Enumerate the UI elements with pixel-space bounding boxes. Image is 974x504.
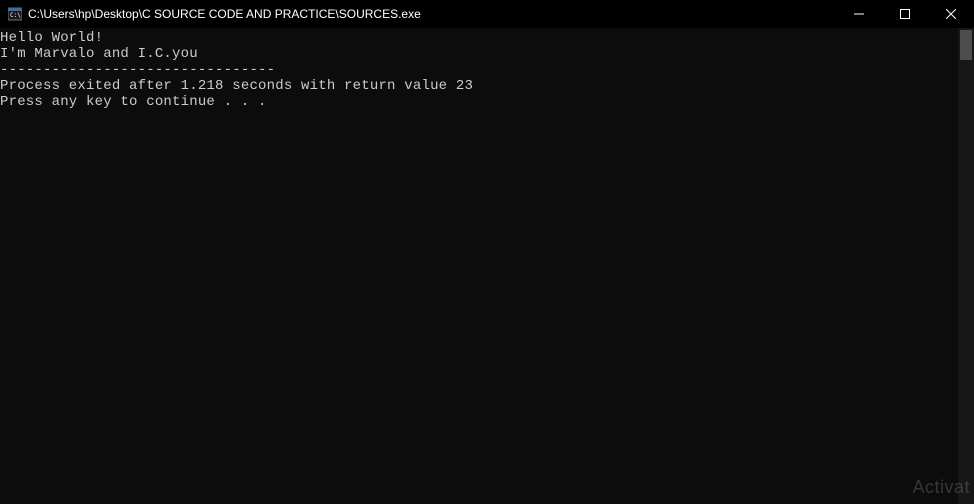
vertical-scrollbar[interactable] [958, 28, 974, 504]
console-app-icon: C:\ [8, 7, 22, 21]
svg-text:C:\: C:\ [10, 12, 21, 19]
titlebar-left: C:\ C:\Users\hp\Desktop\C SOURCE CODE AN… [8, 7, 421, 21]
console-line: Hello World! [0, 30, 103, 46]
console-line: Press any key to continue . . . [0, 94, 267, 110]
console-line: Process exited after 1.218 seconds with … [0, 78, 473, 94]
window-controls [836, 0, 974, 28]
console-line: -------------------------------- [0, 62, 275, 78]
maximize-button[interactable] [882, 0, 928, 28]
window-title: C:\Users\hp\Desktop\C SOURCE CODE AND PR… [28, 7, 421, 21]
console-line: I'm Marvalo and I.C.you [0, 46, 198, 62]
scrollbar-thumb[interactable] [960, 30, 972, 60]
console-output: Hello World! I'm Marvalo and I.C.you ---… [0, 28, 974, 110]
console-area[interactable]: Hello World! I'm Marvalo and I.C.you ---… [0, 28, 974, 504]
window-titlebar: C:\ C:\Users\hp\Desktop\C SOURCE CODE AN… [0, 0, 974, 28]
close-button[interactable] [928, 0, 974, 28]
minimize-button[interactable] [836, 0, 882, 28]
